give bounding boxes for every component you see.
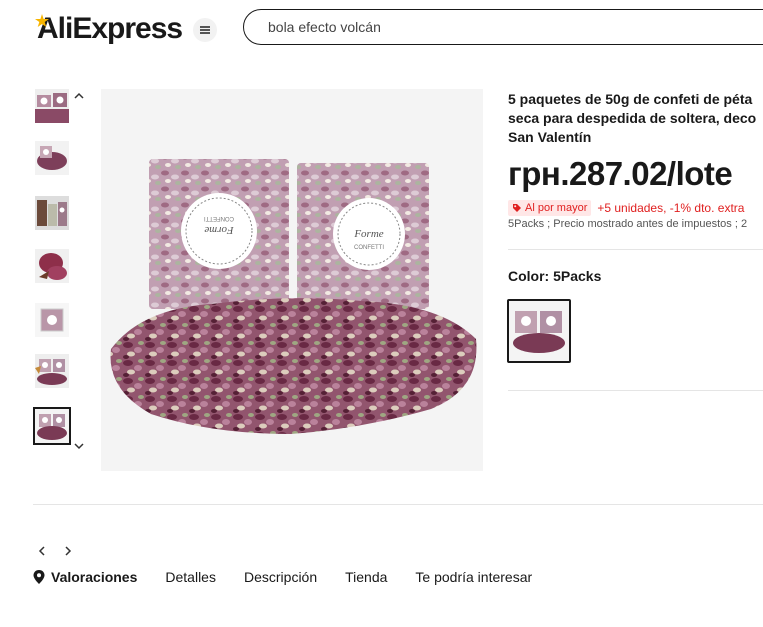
- tab-descripcion[interactable]: Descripción: [244, 569, 317, 585]
- thumbnail-gallery: [33, 89, 87, 556]
- main-product-image[interactable]: Forme CONFETTI Forme CONFETTI: [101, 89, 483, 471]
- svg-text:CONFETTI: CONFETTI: [354, 245, 384, 251]
- svg-text:Forme: Forme: [204, 224, 234, 236]
- thumbnail-2[interactable]: [35, 141, 69, 175]
- bulk-discount-label: Al por mayor: [525, 202, 588, 214]
- thumbnail-3[interactable]: [35, 196, 69, 230]
- chevron-right-icon[interactable]: [61, 545, 75, 559]
- thumbnail-nav: [35, 545, 75, 559]
- aliexpress-logo[interactable]: AliExpress: [35, 12, 183, 46]
- location-pin-icon: [33, 570, 45, 584]
- divider: [508, 390, 763, 391]
- chevron-left-icon[interactable]: [35, 545, 49, 559]
- chevron-down-icon[interactable]: [74, 441, 84, 451]
- color-option-image: [509, 301, 569, 361]
- tag-icon: [513, 204, 521, 212]
- search-input[interactable]: [244, 10, 763, 44]
- product-tabs: Valoraciones Detalles Descripción Tienda…: [33, 569, 560, 585]
- menu-button[interactable]: [193, 18, 217, 42]
- thumbnail-scrollbar[interactable]: [73, 89, 87, 455]
- thumbnail-7-selected[interactable]: [33, 407, 71, 445]
- thumbnail-5[interactable]: [35, 303, 69, 337]
- section-divider: [33, 504, 763, 505]
- hamburger-icon: [200, 26, 210, 34]
- thumbnail-1[interactable]: [35, 89, 69, 123]
- tab-label: Tienda: [345, 569, 388, 585]
- bulk-discount-text: +5 unidades, -1% dto. extra: [597, 201, 745, 215]
- color-option-5packs[interactable]: [507, 299, 571, 363]
- confetti-bag-left: Forme CONFETTI: [149, 159, 289, 309]
- color-label: Color: 5Packs: [508, 268, 602, 284]
- svg-text:Forme: Forme: [353, 228, 383, 240]
- tab-label: Detalles: [165, 569, 216, 585]
- product-title-line-2: seca para despedida de soltera, deco: [508, 110, 757, 126]
- promo-row: Al por mayor +5 unidades, -1% dto. extra: [508, 200, 744, 216]
- logo-star-icon: [35, 14, 49, 27]
- product-photo: Forme CONFETTI Forme CONFETTI: [101, 89, 483, 471]
- tab-detalles[interactable]: Detalles: [165, 569, 216, 585]
- search-bar[interactable]: [243, 9, 763, 45]
- product-price: грн.287.02/lote: [508, 155, 733, 192]
- tab-label: Valoraciones: [51, 569, 138, 585]
- product-title-line-3: San Valentín: [508, 129, 592, 145]
- thumbnail-6[interactable]: [35, 354, 69, 388]
- tax-note: 5Packs ; Precio mostrado antes de impues…: [508, 218, 748, 230]
- product-title: 5 paquetes de 50g de confeti de péta sec…: [508, 90, 763, 147]
- tab-tienda[interactable]: Tienda: [345, 569, 387, 585]
- tab-label: Descripción: [243, 569, 318, 585]
- tab-valoraciones[interactable]: Valoraciones: [33, 569, 137, 585]
- chevron-up-icon[interactable]: [74, 91, 84, 101]
- confetti-bag-right: Forme CONFETTI: [297, 163, 429, 309]
- bulk-discount-badge: Al por mayor: [508, 200, 592, 216]
- logo-text: AliExpress: [37, 12, 183, 45]
- divider: [508, 249, 763, 250]
- tab-te-podria-interesar[interactable]: Te podría interesar: [415, 569, 532, 585]
- thumbnail-4[interactable]: [35, 249, 69, 283]
- tab-label: Te podría interesar: [415, 569, 533, 585]
- svg-text:CONFETTI: CONFETTI: [204, 215, 234, 221]
- product-title-line-1: 5 paquetes de 50g de confeti de péta: [508, 91, 753, 107]
